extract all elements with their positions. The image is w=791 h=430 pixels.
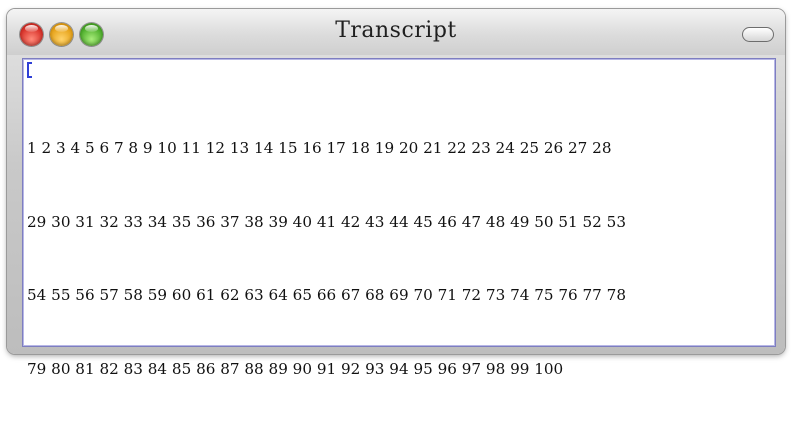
transcript-text-area[interactable]: 1 2 3 4 5 6 7 8 9 10 11 12 13 14 15 16 1… xyxy=(22,58,776,378)
transcript-line: 54 55 56 57 58 59 60 61 62 63 64 65 66 6… xyxy=(27,286,627,304)
toolbar-toggle-icon[interactable] xyxy=(742,27,774,42)
transcript-window: Transcript 1 2 3 4 5 6 7 8 9 10 11 12 13… xyxy=(7,9,785,378)
transcript-output: 1 2 3 4 5 6 7 8 9 10 11 12 13 14 15 16 1… xyxy=(27,87,769,430)
transcript-line: 1 2 3 4 5 6 7 8 9 10 11 12 13 14 15 16 1… xyxy=(27,139,612,157)
window-title: Transcript xyxy=(335,18,457,43)
title-bar[interactable]: Transcript xyxy=(7,9,785,55)
transcript-line: 79 80 81 82 83 84 85 86 87 88 89 90 91 9… xyxy=(27,359,564,378)
text-cursor xyxy=(27,62,32,78)
transcript-line: 29 30 31 32 33 34 35 36 37 38 39 40 41 4… xyxy=(27,212,627,231)
